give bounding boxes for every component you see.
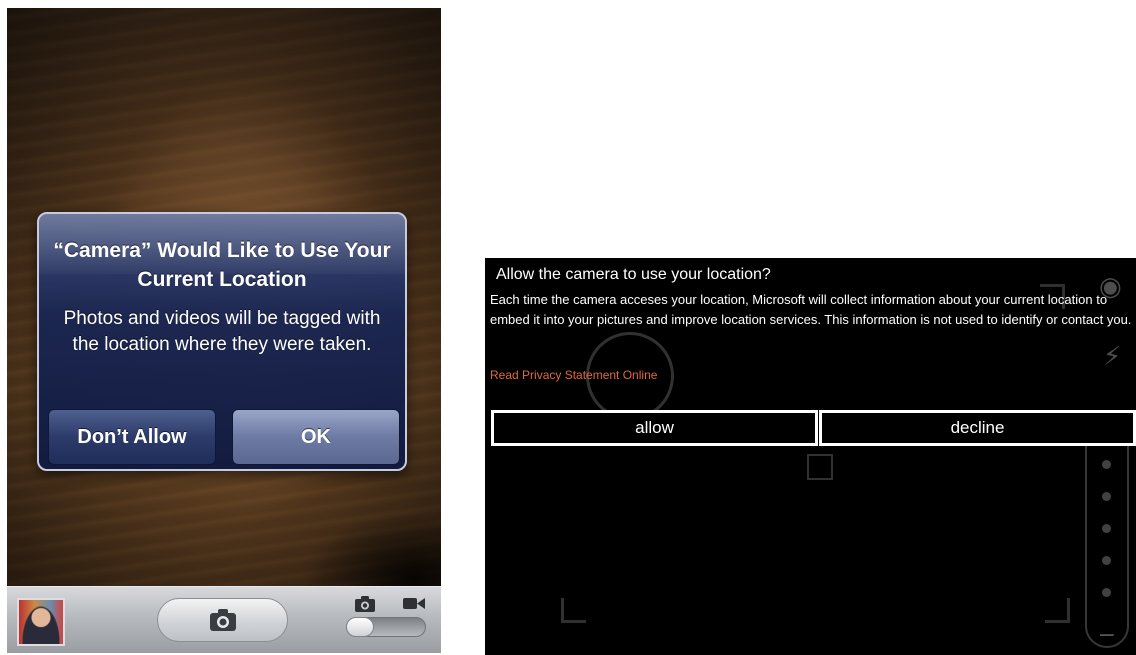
zoom-step-dot: [1102, 524, 1111, 533]
location-permission-alert: “Camera” Would Like to Use Your Current …: [37, 212, 407, 471]
viewfinder-shadow: [301, 513, 441, 593]
zoom-step-dot: [1102, 588, 1111, 597]
dialog-title: Allow the camera to use your location?: [496, 266, 771, 283]
camera-icon: [210, 609, 236, 631]
frame-corner: [561, 598, 586, 623]
zoom-step-dot: [1102, 460, 1111, 469]
video-camera-icon: [403, 598, 425, 609]
dont-allow-button[interactable]: Don’t Allow: [48, 409, 216, 465]
zoom-out-icon[interactable]: −: [1087, 623, 1127, 648]
focus-box-ghost: [807, 454, 833, 480]
alert-title: “Camera” Would Like to Use Your Current …: [53, 239, 391, 291]
allow-button[interactable]: allow: [491, 410, 818, 446]
ios-camera-screen: “Camera” Would Like to Use Your Current …: [7, 8, 441, 653]
ok-button[interactable]: OK: [232, 409, 400, 465]
decline-button[interactable]: decline: [819, 410, 1136, 446]
zoom-step-dot: [1102, 492, 1111, 501]
privacy-statement-link[interactable]: Read Privacy Statement Online: [490, 366, 657, 384]
dialog-body: Each time the camera acceses your locati…: [490, 292, 1132, 327]
flash-icon: ⚡: [1103, 342, 1122, 372]
alert-message: Photos and videos will be tagged with th…: [63, 308, 381, 355]
camera-icon: [355, 596, 375, 612]
windows-phone-camera-screen: ◉ ⚡ + − Allow the camera to use your loc…: [485, 258, 1136, 655]
zoom-step-dot: [1102, 556, 1111, 565]
photo-video-toggle[interactable]: [346, 617, 426, 637]
frame-corner: [1045, 598, 1070, 623]
camera-toolbar: [7, 586, 441, 653]
last-photo-thumbnail[interactable]: [17, 598, 65, 646]
toggle-knob[interactable]: [346, 617, 374, 637]
shutter-button[interactable]: [157, 598, 288, 642]
zoom-slider[interactable]: + −: [1085, 416, 1129, 648]
